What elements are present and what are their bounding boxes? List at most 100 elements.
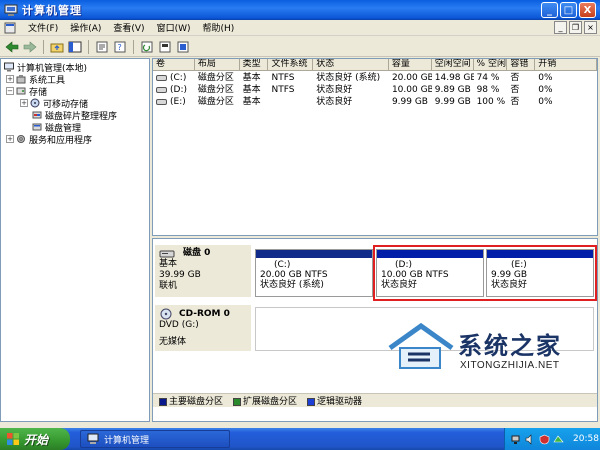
tree-item-removable-storage[interactable]: + 可移动存储	[20, 97, 88, 110]
svg-text:?: ?	[118, 43, 122, 52]
export-icon[interactable]	[157, 39, 173, 55]
menu-help[interactable]: 帮助(H)	[197, 21, 241, 34]
expand-icon[interactable]: +	[20, 99, 28, 107]
column-header-percent-free[interactable]: % 空闲	[474, 59, 508, 70]
cell-fault-tolerance: 否	[510, 97, 520, 107]
up-folder-icon[interactable]	[49, 39, 65, 55]
column-header-layout[interactable]: 布局	[195, 59, 240, 70]
document-icon[interactable]	[4, 22, 16, 34]
cell-fault-tolerance: 否	[510, 73, 520, 83]
cell-overhead: 0%	[538, 73, 553, 83]
disk-0-status: 联机	[159, 281, 178, 291]
title-bar[interactable]: 计算机管理 _ □ X	[0, 0, 600, 20]
menu-file[interactable]: 文件(F)	[22, 21, 64, 34]
minimize-button[interactable]: _	[541, 2, 558, 18]
volume-list-header: 卷 布局 类型 文件系统 状态 容量 空闲空间 % 空闲 容错 开销	[153, 59, 597, 71]
taskbar: 开始 计算机管理 ? 20:58	[0, 428, 600, 450]
column-header-fault-tolerance[interactable]: 容错	[507, 59, 536, 70]
back-arrow-icon[interactable]	[4, 39, 20, 55]
cell-filesystem	[268, 96, 313, 108]
start-button[interactable]: 开始	[0, 428, 70, 450]
cdrom-0-status: 无媒体	[159, 337, 187, 347]
show-tree-icon[interactable]	[67, 39, 83, 55]
help-icon[interactable]: ?	[112, 39, 128, 55]
cell-percent-free: 98 %	[476, 85, 500, 95]
legend-item-primary: 主要磁盘分区	[159, 394, 223, 407]
cell-free-space: 14.98 GB	[434, 73, 474, 83]
tree-item-storage[interactable]: − 存储	[6, 85, 47, 98]
close-button[interactable]: X	[579, 2, 596, 18]
partition-c-name: (C:)	[274, 260, 291, 270]
legend-swatch	[159, 397, 167, 406]
column-header-capacity[interactable]: 容量	[389, 59, 432, 70]
column-header-overhead[interactable]: 开销	[535, 59, 597, 70]
properties-icon[interactable]	[94, 39, 110, 55]
expand-icon[interactable]: +	[6, 75, 14, 83]
column-header-status[interactable]: 状态	[313, 59, 389, 70]
tree-item-computer-management[interactable]: 计算机管理(本地)	[4, 61, 87, 74]
cell-capacity: 20.00 GB	[391, 73, 432, 83]
tree-item-services-apps[interactable]: + 服务和应用程序	[6, 133, 93, 146]
maximize-button[interactable]: □	[560, 2, 577, 18]
drive-icon	[156, 74, 167, 81]
drive-icon	[156, 98, 167, 105]
partition-c-detail: 20.00 GB NTFS	[260, 270, 328, 280]
table-row[interactable]: (E:) 磁盘分区 基本 状态良好 9.99 GB 9.99 GB 100 % …	[153, 96, 597, 108]
cell-status: 状态良好	[316, 85, 353, 95]
menu-bar: 文件(F) 操作(A) 查看(V) 窗口(W) 帮助(H) _ ❐ ×	[0, 20, 600, 36]
cell-filesystem: NTFS	[271, 85, 295, 95]
expand-icon[interactable]: +	[6, 135, 14, 143]
column-header-type[interactable]: 类型	[240, 59, 269, 70]
disk-0-info[interactable]: 磁盘 0 基本 39.99 GB 联机	[155, 245, 251, 297]
mdi-restore-button[interactable]: ❐	[569, 21, 582, 34]
cdrom-0-name: CD-ROM 0	[179, 308, 230, 319]
system-tray: 20:58	[504, 428, 600, 450]
disk-0-type: 基本	[159, 259, 178, 269]
tree-label: 服务和应用程序	[29, 135, 93, 146]
defrag-icon	[32, 111, 42, 119]
disk-0-size: 39.99 GB	[159, 270, 201, 280]
start-label: 开始	[24, 432, 49, 447]
clock[interactable]: 20:58	[573, 434, 599, 444]
table-row[interactable]: (D:) 磁盘分区 基本 NTFS 状态良好 10.00 GB 9.89 GB …	[153, 84, 597, 96]
column-header-filesystem[interactable]: 文件系统	[268, 59, 314, 70]
menu-window[interactable]: 窗口(W)	[151, 21, 197, 34]
drive-icon	[156, 86, 167, 93]
cell-volume: (C:)	[153, 72, 195, 84]
safely-remove-icon[interactable]	[553, 434, 564, 445]
network-icon[interactable]	[511, 434, 522, 445]
mdi-minimize-button[interactable]: _	[554, 21, 567, 34]
cdrom-0-info[interactable]: CD-ROM 0 DVD (G:) 无媒体	[155, 305, 251, 351]
hard-disk-icon	[159, 250, 175, 257]
tree-item-disk-management[interactable]: 磁盘管理	[32, 121, 81, 134]
cell-type: 基本	[242, 73, 261, 83]
computer-management-icon	[4, 4, 18, 16]
properties2-icon[interactable]	[175, 39, 191, 55]
partition-bar	[256, 250, 372, 258]
collapse-icon[interactable]: −	[6, 87, 14, 95]
security-shield-icon[interactable]	[539, 434, 550, 445]
cell-volume: (D:)	[153, 84, 195, 96]
table-row[interactable]: (C:) 磁盘分区 基本 NTFS 状态良好 (系统) 20.00 GB 14.…	[153, 72, 597, 84]
tree-item-defragmenter[interactable]: 磁盘碎片整理程序	[32, 109, 117, 122]
column-header-free-space[interactable]: 空闲空间	[432, 59, 474, 70]
forward-arrow-icon[interactable]	[22, 39, 38, 55]
menu-action[interactable]: 操作(A)	[64, 21, 107, 34]
volume-icon[interactable]	[525, 433, 536, 445]
computer-management-icon	[87, 433, 99, 444]
taskbar-button-computer-management[interactable]: 计算机管理	[80, 430, 230, 448]
watermark-text-cn: 系统之家	[458, 331, 562, 360]
menu-view[interactable]: 查看(V)	[107, 21, 150, 34]
cell-fault-tolerance: 否	[510, 85, 520, 95]
windows-flag-icon	[7, 433, 19, 445]
computer-management-icon	[4, 62, 14, 72]
cell-free-space: 9.89 GB	[434, 85, 471, 95]
partition-c[interactable]: (C:) 20.00 GB NTFS 状态良好 (系统)	[255, 249, 373, 297]
cell-percent-free: 100 %	[476, 97, 506, 107]
mdi-close-button[interactable]: ×	[584, 21, 597, 34]
tree-item-system-tools[interactable]: + 系统工具	[6, 73, 65, 86]
cell-overhead: 0%	[538, 97, 553, 107]
refresh-icon[interactable]	[139, 39, 155, 55]
column-header-volume[interactable]: 卷	[153, 59, 195, 70]
cdrom-icon	[160, 308, 172, 320]
